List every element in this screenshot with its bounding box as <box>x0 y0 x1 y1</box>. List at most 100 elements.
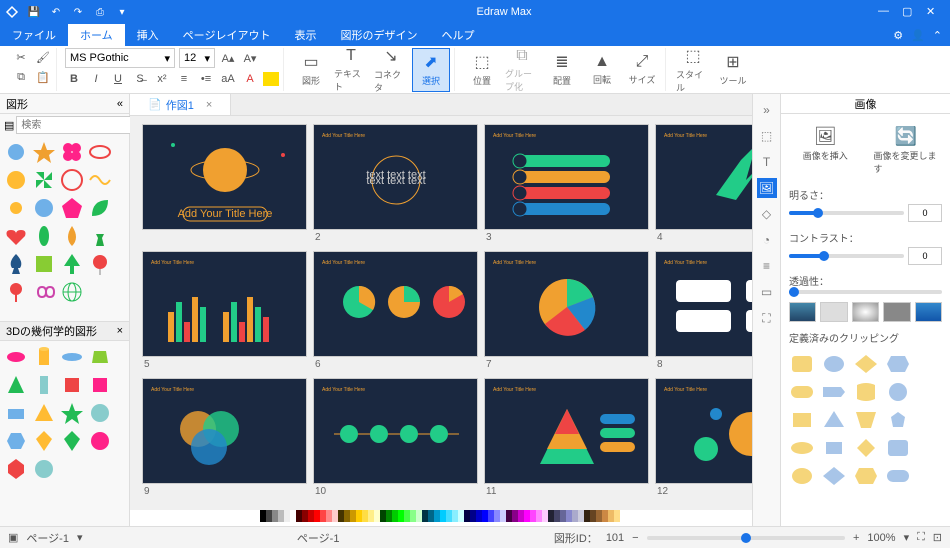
shape-chess-icon[interactable] <box>88 224 112 248</box>
filter-thumb[interactable] <box>852 302 879 322</box>
clip-shape[interactable] <box>853 437 879 459</box>
3d-gem-icon[interactable] <box>60 429 84 453</box>
maximize-icon[interactable]: ▢ <box>902 5 916 19</box>
rotate-tool[interactable]: ▲回転 <box>583 48 621 92</box>
shape-category-3d[interactable]: 3Dの幾何学的図形× <box>0 321 129 341</box>
clip-shape[interactable] <box>853 465 879 487</box>
shape-balloon-icon[interactable] <box>88 252 112 276</box>
connector-tool[interactable]: ↘コネクタ <box>372 48 410 92</box>
3d-tube-icon[interactable] <box>32 373 56 397</box>
shape-gear-icon[interactable] <box>4 140 28 164</box>
transparency-slider[interactable] <box>789 290 942 294</box>
copy-icon[interactable]: ⧉ <box>12 68 30 86</box>
shape-sun-icon[interactable] <box>4 196 28 220</box>
slide-thumbnail[interactable]: Add Your Title Here12 <box>655 378 752 497</box>
toolstrip-image-icon[interactable]: 🖼 <box>757 178 777 198</box>
grow-font-icon[interactable]: A▴ <box>219 49 237 67</box>
shape-burst-icon[interactable] <box>4 168 28 192</box>
contrast-slider[interactable] <box>789 254 904 258</box>
shape-wave-icon[interactable] <box>88 168 112 192</box>
menu-file[interactable]: ファイル <box>0 24 68 46</box>
menu-page-layout[interactable]: ページレイアウト <box>171 24 283 46</box>
toolstrip-fullscreen-icon[interactable]: ⛶ <box>757 308 777 328</box>
font-family-select[interactable]: MS PGothic▾ <box>65 48 175 68</box>
menu-insert[interactable]: 挿入 <box>125 24 171 46</box>
shapes-panel-collapse-icon[interactable]: « <box>117 98 123 110</box>
clip-shape[interactable] <box>821 409 847 431</box>
shrink-font-icon[interactable]: A▾ <box>241 49 259 67</box>
user-icon[interactable]: 👤 <box>911 29 925 42</box>
shape-infinity-icon[interactable] <box>32 280 56 304</box>
clip-shape[interactable] <box>821 465 847 487</box>
search-menu-icon[interactable]: ▤ <box>4 119 14 132</box>
clip-shape[interactable] <box>853 409 879 431</box>
tool-menu[interactable]: ⊞ツール <box>714 48 752 92</box>
clip-shape[interactable] <box>853 353 879 375</box>
shape-pentagon-icon[interactable] <box>60 196 84 220</box>
clip-shape[interactable] <box>885 353 911 375</box>
font-size-select[interactable]: 12▾ <box>179 48 215 68</box>
3d-dod-icon[interactable] <box>32 457 56 481</box>
brightness-slider[interactable] <box>789 211 904 215</box>
slide-thumbnail[interactable]: Add Your Title Here3 <box>484 124 649 243</box>
highlight-icon[interactable] <box>263 72 279 86</box>
clip-shape[interactable] <box>789 409 815 431</box>
underline-icon[interactable]: U <box>109 70 127 88</box>
style-tool[interactable]: ⬚スタイル <box>674 48 712 92</box>
3d-trapezoid-icon[interactable] <box>88 345 112 369</box>
color-palette[interactable] <box>130 510 752 526</box>
slide-thumbnail[interactable]: Add Your Title Heretext text texttext te… <box>313 124 478 243</box>
3d-poly-icon[interactable] <box>88 429 112 453</box>
page-view-icon[interactable]: ▣ <box>8 531 18 544</box>
menu-home[interactable]: ホーム <box>68 24 125 46</box>
line-spacing-icon[interactable]: ≡ <box>175 70 193 88</box>
clip-shape[interactable] <box>885 465 911 487</box>
zoom-value[interactable]: 100% <box>867 532 895 544</box>
3d-torus-icon[interactable] <box>4 345 28 369</box>
filter-thumb[interactable] <box>820 302 847 322</box>
slide-thumbnail[interactable]: Add Your Title Here9 <box>142 378 307 497</box>
slide-thumbnail[interactable]: Add Your Title Here11 <box>484 378 649 497</box>
brightness-value[interactable]: 0 <box>908 204 942 222</box>
save-icon[interactable]: 💾 <box>26 4 42 20</box>
clip-shape[interactable] <box>789 381 815 403</box>
shape-pinwheel-icon[interactable] <box>32 168 56 192</box>
change-image-button[interactable]: 🔄画像を変更します <box>870 122 943 179</box>
page-select[interactable]: ページ-1 <box>26 530 69 546</box>
shape-pin-icon[interactable] <box>4 280 28 304</box>
align-tool[interactable]: ≣配置 <box>543 48 581 92</box>
close-tab-icon[interactable]: × <box>206 99 212 111</box>
menu-shape-design[interactable]: 図形のデザイン <box>328 24 429 46</box>
slide-thumbnail[interactable]: Add Your Title Here7 <box>484 251 649 370</box>
shape-oval-icon[interactable] <box>88 140 112 164</box>
3d-hex-icon[interactable] <box>4 429 28 453</box>
shape-clover-icon[interactable] <box>60 168 84 192</box>
group-tool[interactable]: ⧉グループ化 <box>503 48 541 92</box>
collapse-ribbon-icon[interactable]: ⌃ <box>933 29 942 42</box>
clip-shape[interactable] <box>821 381 847 403</box>
cut-icon[interactable]: ✂ <box>12 48 30 66</box>
zoom-out-icon[interactable]: − <box>632 532 638 544</box>
toolstrip-page-icon[interactable]: ▭ <box>757 282 777 302</box>
slide-thumbnail[interactable]: Add Your Title Here5 <box>142 251 307 370</box>
shape-spade-icon[interactable] <box>4 252 28 276</box>
3d-oct-icon[interactable] <box>4 457 28 481</box>
paste-icon[interactable]: 📋 <box>34 68 52 86</box>
filter-thumb[interactable] <box>883 302 910 322</box>
3d-cube2-icon[interactable] <box>88 373 112 397</box>
toolstrip-chart-icon[interactable]: ◔ <box>757 230 777 250</box>
menu-view[interactable]: 表示 <box>282 24 328 46</box>
shape-drop-icon[interactable] <box>60 224 84 248</box>
toolstrip-layers-icon[interactable]: ⬚ <box>757 126 777 146</box>
zoom-in-icon[interactable]: + <box>853 532 859 544</box>
slide-thumbnail[interactable]: Add Your Title Here4 <box>655 124 752 243</box>
select-tool[interactable]: ⬈選択 <box>412 48 450 92</box>
clip-shape[interactable] <box>789 353 815 375</box>
clip-shape[interactable] <box>789 437 815 459</box>
3d-star-icon[interactable] <box>60 401 84 425</box>
3d-sphere-icon[interactable] <box>88 401 112 425</box>
slide-thumbnail[interactable]: Add Your Title Here8 <box>655 251 752 370</box>
3d-cone-icon[interactable] <box>4 373 28 397</box>
case-icon[interactable]: aA <box>219 70 237 88</box>
shape-leaf2-icon[interactable] <box>32 224 56 248</box>
